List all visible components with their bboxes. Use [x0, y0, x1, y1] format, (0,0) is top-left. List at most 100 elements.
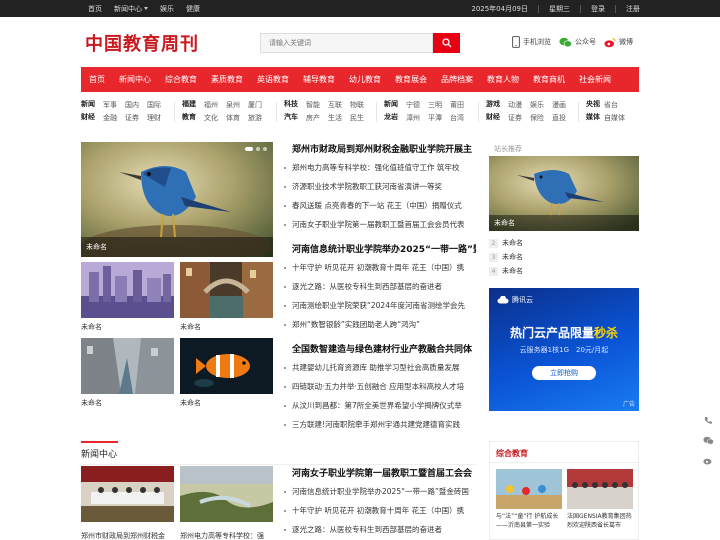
- top-link-health[interactable]: 健康: [186, 4, 200, 14]
- top-link-home[interactable]: 首页: [88, 4, 102, 14]
- thumb-image[interactable]: [81, 466, 174, 522]
- sub-nav-category[interactable]: 财经: [81, 112, 101, 125]
- register-link[interactable]: 注册: [626, 4, 640, 14]
- top-link-entertainment[interactable]: 娱乐: [160, 4, 174, 14]
- weibo-button[interactable]: [700, 450, 716, 470]
- login-link[interactable]: 登录: [591, 4, 605, 14]
- nav-item[interactable]: 辅导教育: [296, 74, 342, 85]
- ad-banner[interactable]: 腾讯云 热门云产品限量秒杀 云服务器1核1G 20元/月起 立即抢购 广告: [489, 288, 639, 411]
- sub-nav-item[interactable]: 生活: [328, 112, 348, 125]
- sub-nav-item[interactable]: 漳州: [406, 112, 426, 125]
- list-item[interactable]: 4 未命名: [489, 264, 523, 278]
- sub-nav-item[interactable]: 军事: [103, 99, 123, 112]
- sub-nav-item[interactable]: 房产: [306, 112, 326, 125]
- nav-item[interactable]: 社会新闻: [572, 74, 618, 85]
- top-link-news-center[interactable]: 新闻中心: [114, 4, 148, 14]
- ad-buy-button[interactable]: 立即抢购: [532, 366, 596, 380]
- sub-nav-item[interactable]: 漫画: [552, 99, 572, 112]
- list-item[interactable]: 春风送暖 点亮青春的下一站 花王（中国）捐赠仪式: [284, 196, 476, 215]
- search-button[interactable]: [433, 33, 460, 53]
- weibo-link[interactable]: 微博: [604, 37, 633, 48]
- list-item[interactable]: 共建婴幼儿托育资源库 助推学习型社会高质量发展: [284, 358, 476, 377]
- list-item[interactable]: 河南测绘职业学院荣获“2024年度河南省测绘学会先: [284, 296, 476, 315]
- sub-nav-item[interactable]: 宁德: [406, 99, 426, 112]
- list-item[interactable]: 郑州电力高等专科学校：强化值班值守工作 筑牢校: [284, 158, 476, 177]
- thumb-caption[interactable]: 郑州市财政局到郑州财税金: [81, 531, 165, 540]
- headline[interactable]: 河南女子职业学院第一届教职工暨首届工会会: [292, 466, 476, 479]
- sub-nav-item[interactable]: 省台: [604, 99, 632, 112]
- list-item[interactable]: 十年守护 听见花开 初潮教育十周年 花王（中国）携: [284, 501, 476, 520]
- sub-nav-item[interactable]: 国际: [147, 99, 167, 112]
- nav-item[interactable]: 幼儿教育: [342, 74, 388, 85]
- thumb-image[interactable]: [180, 338, 273, 394]
- slider-dot[interactable]: [245, 147, 253, 151]
- list-item[interactable]: 河南女子职业学院第一届教职工暨首届工会会员代表: [284, 215, 476, 234]
- sub-nav-item[interactable]: 民生: [350, 112, 370, 125]
- sub-nav-category[interactable]: 新闻: [81, 99, 101, 112]
- list-item[interactable]: 逐光之路：从医校专科生到西部基层的奋进者: [284, 277, 476, 296]
- headline[interactable]: 郑州市财政局到郑州财税金融职业学院开展主: [292, 142, 476, 155]
- list-item[interactable]: 逐光之路：从医校专科生到西部基层的奋进者: [284, 520, 476, 539]
- list-item[interactable]: 十年守护 听见花开 初潮教育十周年 花王（中国）携: [284, 258, 476, 277]
- sub-nav-item[interactable]: 智能: [306, 99, 326, 112]
- wechat-link[interactable]: 公众号: [559, 37, 596, 48]
- headline[interactable]: 全国数智建造与绿色建材行业产教融合共同体: [292, 342, 476, 355]
- nav-item[interactable]: 教育人物: [480, 74, 526, 85]
- sub-nav-item[interactable]: 平潭: [428, 112, 448, 125]
- sub-nav-item[interactable]: 厦门: [248, 99, 268, 112]
- sub-nav-item[interactable]: 泉州: [226, 99, 246, 112]
- sub-nav-category[interactable]: 教育: [182, 112, 202, 125]
- nav-item[interactable]: 新闻中心: [112, 74, 158, 85]
- slider-dot[interactable]: [256, 147, 260, 151]
- thumb-caption[interactable]: 未命名: [81, 398, 102, 408]
- nav-item[interactable]: 首页: [81, 74, 112, 85]
- sub-nav-item[interactable]: 三明: [428, 99, 448, 112]
- sub-nav-category[interactable]: 福建: [182, 99, 202, 112]
- sub-nav-item[interactable]: 国内: [125, 99, 145, 112]
- sub-nav-category[interactable]: 游戏: [486, 99, 506, 112]
- sub-nav-category[interactable]: 媒体: [586, 112, 602, 125]
- nav-item[interactable]: 综合教育: [158, 74, 204, 85]
- list-item[interactable]: 3 未命名: [489, 250, 523, 264]
- sub-nav-category[interactable]: 科技: [284, 99, 304, 112]
- sub-nav-category[interactable]: 汽车: [284, 112, 304, 125]
- nav-item[interactable]: 品牌档案: [434, 74, 480, 85]
- sub-nav-item[interactable]: 动漫: [508, 99, 528, 112]
- thumb-caption[interactable]: 未命名: [180, 322, 201, 332]
- list-item[interactable]: 四链联动·五力并举·五创融合 应用型本科高校人才培: [284, 377, 476, 396]
- thumb-caption[interactable]: 郑州电力高等专科学校：强: [180, 531, 264, 540]
- sub-nav-item[interactable]: 旅游: [248, 112, 268, 125]
- thumb-caption[interactable]: 未命名: [81, 322, 102, 332]
- sub-nav-category[interactable]: 财经: [486, 112, 506, 125]
- thumb-caption[interactable]: 未命名: [180, 398, 201, 408]
- sub-nav-item[interactable]: 自媒体: [604, 112, 632, 125]
- sub-nav-item[interactable]: 莆田: [450, 99, 470, 112]
- thumb-image[interactable]: [81, 338, 174, 394]
- recommend-image[interactable]: 未命名: [489, 156, 639, 231]
- list-item[interactable]: 2 未命名: [489, 236, 523, 250]
- thumb-image[interactable]: [81, 262, 174, 318]
- nav-item[interactable]: 教育商机: [526, 74, 572, 85]
- sub-nav-item[interactable]: 保险: [530, 112, 550, 125]
- headline[interactable]: 河南信息统计职业学院举办2025“一带一路”暨: [292, 242, 476, 255]
- sub-nav-category[interactable]: 新闻: [384, 99, 404, 112]
- search-input[interactable]: [261, 34, 432, 52]
- thumb-image[interactable]: [567, 469, 633, 509]
- nav-item[interactable]: 教育展会: [388, 74, 434, 85]
- thumb-image[interactable]: [180, 466, 273, 522]
- sub-nav-item[interactable]: 证券: [508, 112, 528, 125]
- chat-button[interactable]: [700, 430, 716, 450]
- sub-nav-item[interactable]: 理财: [147, 112, 167, 125]
- thumb-caption[interactable]: 与“法”“童”行 护航成长——沂南县第一实验: [496, 512, 564, 532]
- mobile-view-link[interactable]: 手机浏览: [512, 36, 551, 48]
- list-item[interactable]: 郑州“数智银龄”实践团助老人跨“鸿沟”: [284, 315, 476, 334]
- list-item[interactable]: 济源职业技术学院教职工获河南省演讲一等奖: [284, 177, 476, 196]
- sub-nav-item[interactable]: 体育: [226, 112, 246, 125]
- sub-nav-item[interactable]: 娱乐: [530, 99, 550, 112]
- thumb-image[interactable]: [180, 262, 273, 318]
- section-title[interactable]: 新闻中心: [81, 447, 117, 460]
- sub-nav-item[interactable]: 文化: [204, 112, 224, 125]
- sub-nav-item[interactable]: 直投: [552, 112, 572, 125]
- thumb-image[interactable]: [496, 469, 562, 509]
- list-item[interactable]: 三方联建!河南职院牵手郑州宇通共建党建德育实践: [284, 415, 476, 434]
